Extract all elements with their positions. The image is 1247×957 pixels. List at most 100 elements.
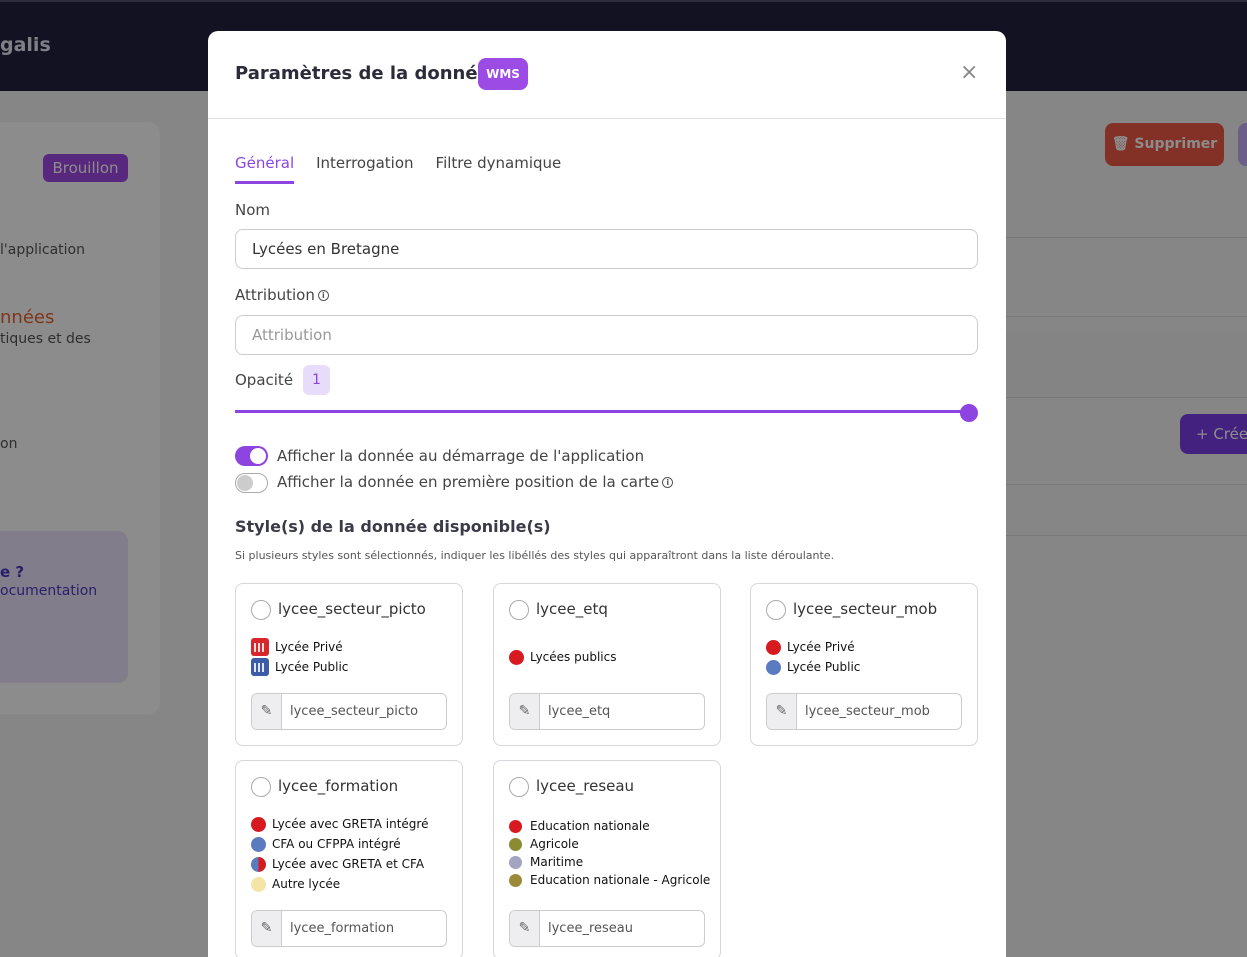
style-card[interactable]: lycee_reseau Education nationale Agricol… bbox=[493, 760, 721, 957]
pencil-icon: ✎ bbox=[510, 694, 540, 729]
tab-interrogation[interactable]: Interrogation bbox=[316, 154, 413, 184]
tab-general[interactable]: Général bbox=[235, 154, 295, 184]
style-label-input[interactable]: ✎ bbox=[509, 693, 705, 730]
attribution-field[interactable] bbox=[235, 315, 978, 355]
startup-toggle-label: Afficher la donnée au démarrage de l'app… bbox=[277, 447, 645, 465]
legend-item: Lycée avec GRETA intégré bbox=[251, 814, 428, 834]
style-name: lycee_reseau bbox=[536, 777, 635, 795]
opacity-value: 1 bbox=[303, 365, 330, 395]
legend-item: Agricole bbox=[509, 835, 710, 853]
tab-filtre-dynamique[interactable]: Filtre dynamique bbox=[436, 154, 562, 184]
tab-bar: Général Interrogation Filtre dynamique bbox=[235, 154, 561, 184]
layer-settings-modal: Paramètres de la donnée WMS × Général In… bbox=[208, 31, 1006, 957]
first-position-toggle-label: Afficher la donnée en première position … bbox=[277, 473, 674, 491]
attribution-label-text: Attribution bbox=[235, 286, 315, 304]
startup-toggle[interactable] bbox=[235, 446, 268, 466]
style-label-input[interactable]: ✎ bbox=[509, 910, 705, 947]
school-blue-icon bbox=[251, 658, 269, 676]
style-name: lycee_etq bbox=[536, 600, 608, 618]
modal-header: Paramètres de la donnée WMS × bbox=[208, 31, 1006, 119]
style-legend: Lycée avec GRETA intégré CFA ou CFPPA in… bbox=[251, 814, 428, 894]
pencil-icon: ✎ bbox=[510, 911, 540, 946]
styles-title: Style(s) de la donnée disponible(s) bbox=[235, 517, 551, 536]
style-label-field[interactable] bbox=[541, 694, 701, 729]
legend-label: Education nationale bbox=[530, 819, 650, 833]
legend-dot bbox=[766, 659, 781, 675]
legend-item: Education nationale - Agricole bbox=[509, 871, 710, 889]
legend-label: Lycée Public bbox=[787, 660, 861, 674]
style-radio[interactable] bbox=[251, 600, 271, 620]
wms-badge: WMS bbox=[478, 58, 528, 90]
legend-dot bbox=[509, 837, 522, 851]
style-card[interactable]: lycee_formation Lycée avec GRETA intégré… bbox=[235, 760, 463, 957]
nom-field[interactable] bbox=[235, 229, 978, 269]
style-radio[interactable] bbox=[509, 600, 529, 620]
style-label-field[interactable] bbox=[283, 911, 443, 946]
style-radio[interactable] bbox=[251, 777, 271, 797]
legend-label: Lycée Privé bbox=[275, 640, 343, 654]
legend-dot bbox=[509, 873, 522, 887]
legend-item: Autre lycée bbox=[251, 874, 428, 894]
style-name: lycee_secteur_mob bbox=[793, 600, 938, 618]
legend-dot bbox=[509, 819, 522, 833]
legend-label: Lycée Privé bbox=[787, 640, 855, 654]
legend-label: Autre lycée bbox=[272, 877, 341, 891]
styles-help: Si plusieurs styles sont sélectionnés, i… bbox=[235, 549, 835, 562]
info-icon[interactable]: i bbox=[662, 477, 674, 488]
toggle-knob bbox=[237, 475, 253, 491]
style-label-field[interactable] bbox=[541, 911, 701, 946]
style-card[interactable]: lycee_etq Lycées publics ✎ bbox=[493, 583, 721, 746]
opacity-label: Opacité bbox=[235, 371, 294, 389]
legend-dot bbox=[509, 649, 524, 665]
legend-label: Maritime bbox=[530, 855, 584, 869]
style-radio[interactable] bbox=[509, 777, 529, 797]
nom-label: Nom bbox=[235, 201, 271, 219]
school-red-icon bbox=[251, 638, 269, 656]
legend-label: Lycée avec GRETA et CFA bbox=[272, 857, 425, 871]
style-card[interactable]: lycee_secteur_mob Lycée Privé Lycée Publ… bbox=[750, 583, 978, 746]
style-label-input[interactable]: ✎ bbox=[766, 693, 962, 730]
legend-item: CFA ou CFPPA intégré bbox=[251, 834, 428, 854]
legend-dot bbox=[251, 816, 266, 832]
legend-label: Agricole bbox=[530, 837, 579, 851]
legend-item: Education nationale bbox=[509, 817, 710, 835]
legend-item: Lycée Public bbox=[766, 657, 860, 677]
legend-item: Lycée Privé bbox=[251, 637, 348, 657]
legend-item: Maritime bbox=[509, 853, 710, 871]
style-label-input[interactable]: ✎ bbox=[251, 910, 447, 947]
style-label-input[interactable]: ✎ bbox=[251, 693, 447, 730]
style-legend: Lycée Privé Lycée Public bbox=[251, 637, 348, 677]
style-label-field[interactable] bbox=[798, 694, 958, 729]
pencil-icon: ✎ bbox=[252, 911, 282, 946]
legend-dot-split bbox=[251, 856, 266, 872]
close-icon[interactable]: × bbox=[960, 62, 978, 84]
legend-label: Lycée avec GRETA intégré bbox=[272, 817, 429, 831]
style-card[interactable]: lycee_secteur_picto Lycée Privé Lycée Pu… bbox=[235, 583, 463, 746]
legend-dot bbox=[251, 836, 266, 852]
info-icon[interactable]: i bbox=[317, 290, 329, 301]
style-name: lycee_secteur_picto bbox=[278, 600, 426, 618]
pencil-icon: ✎ bbox=[252, 694, 282, 729]
toggle-knob bbox=[250, 448, 266, 464]
opacity-slider-thumb[interactable] bbox=[960, 404, 978, 422]
style-legend: Lycée Privé Lycée Public bbox=[766, 637, 860, 677]
legend-item: Lycées publics bbox=[509, 647, 616, 667]
modal-title: Paramètres de la donnée bbox=[235, 63, 490, 84]
legend-label: Education nationale - Agricole bbox=[530, 873, 711, 887]
style-radio[interactable] bbox=[766, 600, 786, 620]
style-legend: Lycées publics bbox=[509, 647, 616, 667]
legend-dot bbox=[766, 639, 781, 655]
style-name: lycee_formation bbox=[278, 777, 399, 795]
attribution-label: Attribution i bbox=[235, 286, 329, 304]
style-label-field[interactable] bbox=[283, 694, 443, 729]
opacity-slider-track[interactable] bbox=[235, 410, 970, 413]
pencil-icon: ✎ bbox=[767, 694, 797, 729]
legend-item: Lycée avec GRETA et CFA bbox=[251, 854, 428, 874]
legend-dot bbox=[509, 855, 522, 869]
first-position-toggle[interactable] bbox=[235, 473, 268, 493]
legend-item: Lycée Privé bbox=[766, 637, 860, 657]
legend-item: Lycée Public bbox=[251, 657, 348, 677]
first-position-toggle-text: Afficher la donnée en première position … bbox=[277, 473, 660, 491]
legend-dot bbox=[251, 876, 266, 892]
style-legend: Education nationale Agricole Maritime Ed… bbox=[509, 817, 710, 889]
